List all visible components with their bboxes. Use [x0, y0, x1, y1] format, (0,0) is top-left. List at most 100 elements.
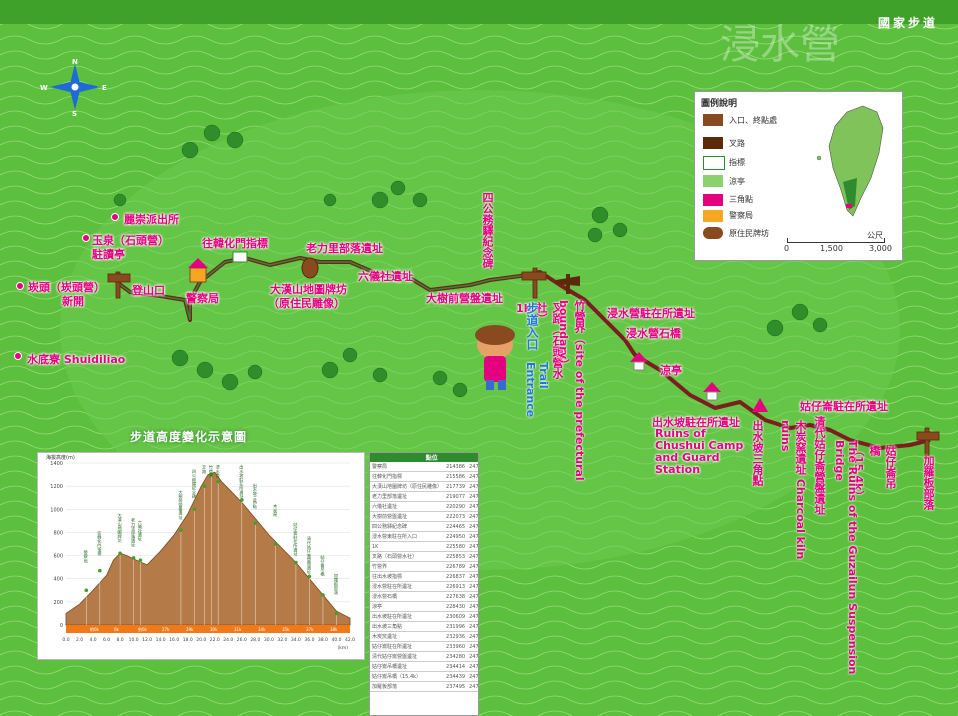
profile-point — [216, 479, 220, 484]
coords-row: 姑仔崙吊橋遺址2344142474421 — [370, 661, 478, 672]
legend-title: 圖例說明 — [701, 99, 738, 109]
coords-y: 2474421 — [467, 661, 478, 672]
map-legend: 圖例說明 入口、終點處 叉路 指標 涼亭 三角點 警察局 原住民牌坊 公尺 0 … — [694, 91, 903, 261]
km-band-label: 30k — [210, 627, 218, 632]
coords-x: 224465 — [444, 521, 468, 532]
label-sign-board-2: （原住民雕像） — [268, 297, 345, 310]
label-landmark: 四公務驛紀念碑 — [481, 192, 494, 269]
profile-point-label: 往韓化門指標 — [96, 529, 102, 557]
coords-row: 叉路（石頭營水社）2258532478979 — [370, 551, 478, 562]
coords-y: 2474441 — [467, 651, 478, 662]
label-bamboo-boundary: 竹營界（site of the prefectural boundary） — [557, 300, 586, 481]
coords-row: 涼亭2284302475596 — [370, 601, 478, 612]
km-band-label: 31k — [234, 627, 242, 632]
y-tick-label: 1200 — [50, 484, 63, 490]
coords-y: 2476550 — [467, 611, 478, 622]
coords-x: 217739 — [444, 481, 468, 492]
coords-point-name: 木炭窯遺址 — [370, 631, 445, 642]
compass-north: N — [72, 58, 78, 66]
coords-x: 227638 — [444, 591, 468, 602]
coords-point-name: 四公務驛紀念碑 — [370, 521, 445, 532]
coords-x: 234280 — [444, 651, 468, 662]
coords-point-name: 往韓化門指標 — [370, 471, 445, 482]
coords-y: 2475184 — [467, 641, 478, 652]
profile-title: 步道高度變化示意圖 — [130, 430, 248, 444]
profile-point-label: 六儀社遺址 — [137, 519, 143, 542]
coords-row: 1K2255802478830 — [370, 541, 478, 552]
coords-x: 224950 — [444, 531, 468, 542]
coords-x: 222073 — [444, 511, 468, 522]
coords-y: 2475038 — [467, 631, 478, 642]
coords-y: 2479350 — [467, 521, 478, 532]
x-tick-label: 12.0 — [142, 637, 152, 643]
scale-tick: 3,000 — [869, 244, 892, 253]
coords-x: 225580 — [444, 541, 468, 552]
coords-point-name: 六儀社遺址 — [370, 501, 445, 512]
coords-row: 往出水坡指標2268372479781 — [370, 571, 478, 582]
profile-point-label: 浸水營 — [215, 464, 221, 479]
profile-point — [253, 521, 258, 525]
label-laolibu: 老力里部落遺址 — [306, 242, 383, 255]
coords-row: 四公務驛紀念碑2244652479350 — [370, 521, 478, 532]
x-tick-label: 2.0 — [76, 637, 83, 643]
totem-icon — [301, 257, 319, 279]
coords-row: 竹營界2267892479650 — [370, 561, 478, 572]
profile-point-label: 警察局 — [83, 549, 89, 564]
coords-y: 2474410 — [467, 671, 478, 682]
coords-row: 六儀社遺址2202902479903 — [370, 501, 478, 512]
pavilion-icon — [703, 175, 723, 187]
coords-y: 2479650 — [467, 561, 478, 572]
coordinates-table: 點位 警察局2143862479300往韓化門指標2155862479637大漢… — [369, 452, 479, 716]
coords-row: 姑仔崙吊橋（15.4k）2344392474410 — [370, 671, 478, 682]
profile-point-label: 加羅板部落 — [333, 572, 339, 596]
label-tanshou-2: 新開 — [62, 295, 84, 308]
legend-item: 叉路 — [729, 139, 745, 148]
coords-point-name: 大漢山地圖牌坊（原住民雕像） — [370, 481, 445, 492]
km-band-label: 27k — [162, 627, 170, 632]
coords-point-name: 浸水營石橋 — [370, 591, 445, 602]
coords-y: 2478979 — [467, 551, 478, 562]
coords-y: 2479781 — [467, 571, 478, 582]
coords-point-name: 老力里部落遺址 — [370, 491, 445, 502]
profile-point — [202, 484, 207, 488]
x-tick-label: 38.0 — [318, 637, 328, 643]
profile-point — [138, 558, 143, 562]
label-guzailun-site: 姑仔崙駐在所遺址 — [800, 400, 888, 413]
x-tick-label: 40.0 — [331, 637, 341, 643]
coords-x: 225853 — [444, 551, 468, 562]
coords-row: 警察局2143862479300 — [370, 462, 478, 472]
x-axis-unit: (km) — [337, 645, 348, 651]
legend-item: 涼亭 — [729, 177, 745, 186]
coords-point-name: 姑仔崙吊橋（15.4k） — [370, 671, 445, 682]
coords-y: 2479879 — [467, 491, 478, 502]
svg-text:浸水營: 浸水營 — [720, 22, 840, 68]
compass-south: S — [72, 110, 77, 116]
label-bigtree: 大樹前營盤遺址 — [426, 292, 503, 305]
police-icon — [703, 210, 723, 222]
coords-y: 2479675 — [467, 511, 478, 522]
coords-row: 大漢山地圖牌坊（原住民雕像）2177392479564 — [370, 481, 478, 492]
coords-row: 姑仔崙駐在所遺址2339602475184 — [370, 641, 478, 652]
coords-y: 2479300 — [467, 462, 478, 472]
profile-point-label: 出水坡駐在所遺址 — [238, 464, 244, 499]
compass-icon: N S W E — [40, 58, 107, 116]
y-tick-label: 1400 — [50, 461, 63, 467]
scale-unit: 公尺 — [867, 231, 883, 240]
guidepost-icon — [232, 251, 248, 263]
km-band-label: 約0k — [138, 626, 148, 632]
coords-x: 234414 — [444, 661, 468, 672]
label-trail-entrance: 步道入口 — [525, 302, 539, 350]
profile-point-label: 大漢山地圖牌坊 — [117, 512, 123, 544]
coords-point-name: 警察局 — [370, 462, 445, 472]
legend-item: 入口、終點處 — [729, 116, 777, 125]
label-trail-entrance-en: Trail Entrance — [524, 362, 550, 418]
coords-point-name: 出水坡駐在所遺址 — [370, 611, 445, 622]
km-band-label: 35k — [282, 627, 290, 632]
coords-x: 214386 — [444, 462, 468, 472]
coords-row: 出水坡駐在所遺址2306092476550 — [370, 611, 478, 622]
label-police-station: 警察局 — [186, 292, 219, 305]
coords-y: 2477597 — [467, 591, 478, 602]
totem-icon — [703, 227, 723, 239]
coords-point-name: 1K — [370, 541, 445, 552]
profile-point — [179, 528, 183, 532]
